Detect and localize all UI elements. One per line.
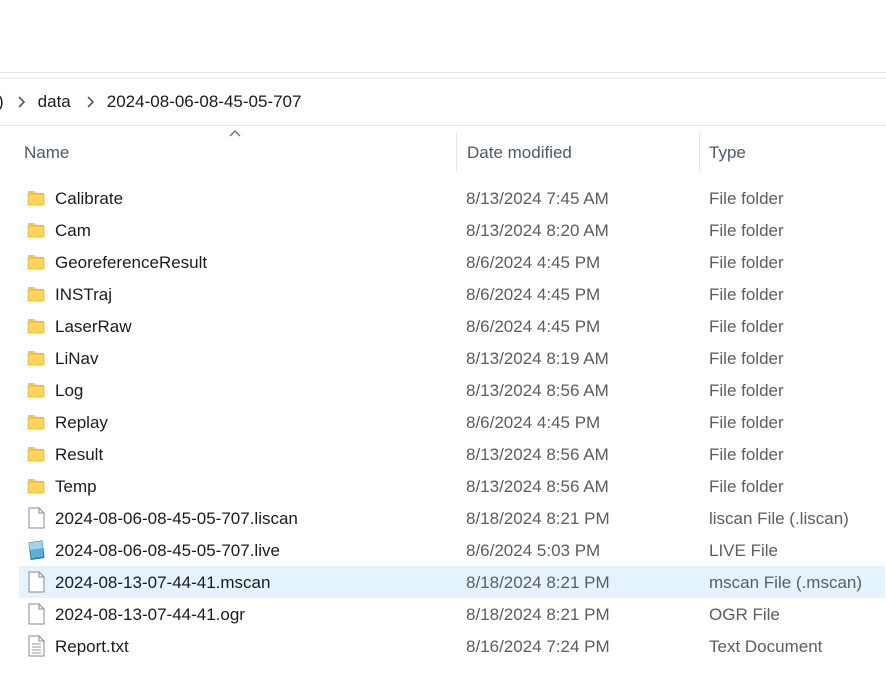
- file-row[interactable]: LiNav 8/13/2024 8:19 AM File folder: [19, 342, 885, 374]
- file-icon: [26, 507, 46, 529]
- folder-icon: [26, 475, 46, 497]
- address-bar[interactable]: ) data 2024-08-06-08-45-05-707: [0, 78, 886, 126]
- file-type: File folder: [709, 221, 784, 240]
- folder-icon: [26, 379, 46, 401]
- file-type: File folder: [709, 381, 784, 400]
- file-date-modified: 8/6/2024 4:45 PM: [466, 413, 601, 432]
- file-date-modified: 8/6/2024 5:03 PM: [466, 541, 601, 560]
- sort-ascending-icon: [229, 129, 241, 137]
- text-file-icon: [26, 635, 46, 657]
- folder-icon: [26, 411, 46, 433]
- file-type: File folder: [709, 317, 784, 336]
- folder-icon: [26, 283, 46, 305]
- file-date-modified: 8/6/2024 4:45 PM: [466, 285, 601, 304]
- column-header-type[interactable]: Type: [709, 143, 746, 163]
- file-row[interactable]: Report.txt 8/16/2024 7:24 PM Text Document: [19, 630, 885, 662]
- file-row[interactable]: Temp 8/13/2024 8:56 AM File folder: [19, 470, 885, 502]
- file-name: 2024-08-06-08-45-05-707.live: [55, 541, 280, 560]
- file-type: File folder: [709, 285, 784, 304]
- column-resize-handle[interactable]: [456, 132, 457, 172]
- file-type: File folder: [709, 189, 784, 208]
- file-list: Calibrate 8/13/2024 7:45 AM File folder Cam…: [0, 182, 886, 662]
- file-row[interactable]: GeoreferenceResult 8/6/2024 4:45 PM File f…: [19, 246, 885, 278]
- file-name: Result: [55, 445, 104, 464]
- file-type: mscan File (.mscan): [709, 573, 863, 592]
- chevron-right-icon[interactable]: [85, 96, 95, 108]
- file-date-modified: 8/18/2024 8:21 PM: [466, 509, 610, 528]
- file-name: 2024-08-13-07-44-41.mscan: [55, 573, 271, 592]
- file-row[interactable]: 2024-08-13-07-44-41.mscan 8/18/2024 8:21 …: [19, 566, 885, 598]
- file-name: LiNav: [55, 349, 99, 368]
- file-row[interactable]: Calibrate 8/13/2024 7:45 AM File folder: [19, 182, 885, 214]
- column-header-name[interactable]: Name: [24, 143, 69, 163]
- file-name: 2024-08-13-07-44-41.ogr: [55, 605, 245, 624]
- file-type: OGR File: [709, 605, 780, 624]
- file-type: File folder: [709, 413, 784, 432]
- file-name: Replay: [55, 413, 108, 432]
- file-row[interactable]: 2024-08-13-07-44-41.ogr 8/18/2024 8:21 PM…: [19, 598, 885, 630]
- file-date-modified: 8/13/2024 7:45 AM: [466, 189, 609, 208]
- column-resize-handle[interactable]: [699, 132, 700, 172]
- file-type: File folder: [709, 253, 784, 272]
- file-type: liscan File (.liscan): [709, 509, 849, 528]
- file-name: LaserRaw: [55, 317, 132, 336]
- file-date-modified: 8/18/2024 8:21 PM: [466, 573, 610, 592]
- column-header: Name Date modified Type: [0, 126, 886, 174]
- file-name: Cam: [55, 221, 91, 240]
- folder-icon: [26, 251, 46, 273]
- breadcrumb-item-data[interactable]: data: [36, 92, 73, 112]
- file-date-modified: 8/13/2024 8:20 AM: [466, 221, 609, 240]
- chevron-right-icon[interactable]: [16, 96, 26, 108]
- file-type: LIVE File: [709, 541, 778, 560]
- folder-icon: [26, 443, 46, 465]
- file-icon: [26, 571, 46, 593]
- live-file-icon: [26, 539, 46, 561]
- file-name: GeoreferenceResult: [55, 253, 208, 272]
- folder-icon: [26, 315, 46, 337]
- file-date-modified: 8/13/2024 8:56 AM: [466, 381, 609, 400]
- file-row[interactable]: Replay 8/6/2024 4:45 PM File folder: [19, 406, 885, 438]
- folder-icon: [26, 187, 46, 209]
- file-name: Report.txt: [55, 637, 129, 656]
- folder-icon: [26, 347, 46, 369]
- breadcrumb-fragment: ): [0, 92, 4, 112]
- file-name: Calibrate: [55, 189, 124, 208]
- divider: [0, 72, 886, 73]
- file-row[interactable]: 2024-08-06-08-45-05-707.liscan 8/18/2024 …: [19, 502, 885, 534]
- file-date-modified: 8/6/2024 4:45 PM: [466, 253, 601, 272]
- file-type: File folder: [709, 349, 784, 368]
- file-row[interactable]: Log 8/13/2024 8:56 AM File folder: [19, 374, 885, 406]
- file-date-modified: 8/18/2024 8:21 PM: [466, 605, 610, 624]
- file-type: Text Document: [709, 637, 823, 656]
- file-name: Temp: [55, 477, 97, 496]
- file-row[interactable]: INSTraj 8/6/2024 4:45 PM File folder: [19, 278, 885, 310]
- file-name: INSTraj: [55, 285, 112, 304]
- file-date-modified: 8/13/2024 8:56 AM: [466, 477, 609, 496]
- file-type: File folder: [709, 445, 784, 464]
- file-name: 2024-08-06-08-45-05-707.liscan: [55, 509, 298, 528]
- file-date-modified: 8/6/2024 4:45 PM: [466, 317, 601, 336]
- file-row[interactable]: Cam 8/13/2024 8:20 AM File folder: [19, 214, 885, 246]
- toolbar-area: [0, 0, 886, 72]
- file-row[interactable]: 2024-08-06-08-45-05-707.live 8/6/2024 5:0…: [19, 534, 885, 566]
- file-date-modified: 8/16/2024 7:24 PM: [466, 637, 610, 656]
- file-row[interactable]: LaserRaw 8/6/2024 4:45 PM File folder: [19, 310, 885, 342]
- file-row[interactable]: Result 8/13/2024 8:56 AM File folder: [19, 438, 885, 470]
- file-type: File folder: [709, 477, 784, 496]
- column-header-date-modified[interactable]: Date modified: [467, 143, 572, 163]
- file-date-modified: 8/13/2024 8:19 AM: [466, 349, 609, 368]
- file-name: Log: [55, 381, 84, 400]
- file-icon: [26, 603, 46, 625]
- file-date-modified: 8/13/2024 8:56 AM: [466, 445, 609, 464]
- folder-icon: [26, 219, 46, 241]
- breadcrumb-item-current-folder[interactable]: 2024-08-06-08-45-05-707: [105, 92, 304, 112]
